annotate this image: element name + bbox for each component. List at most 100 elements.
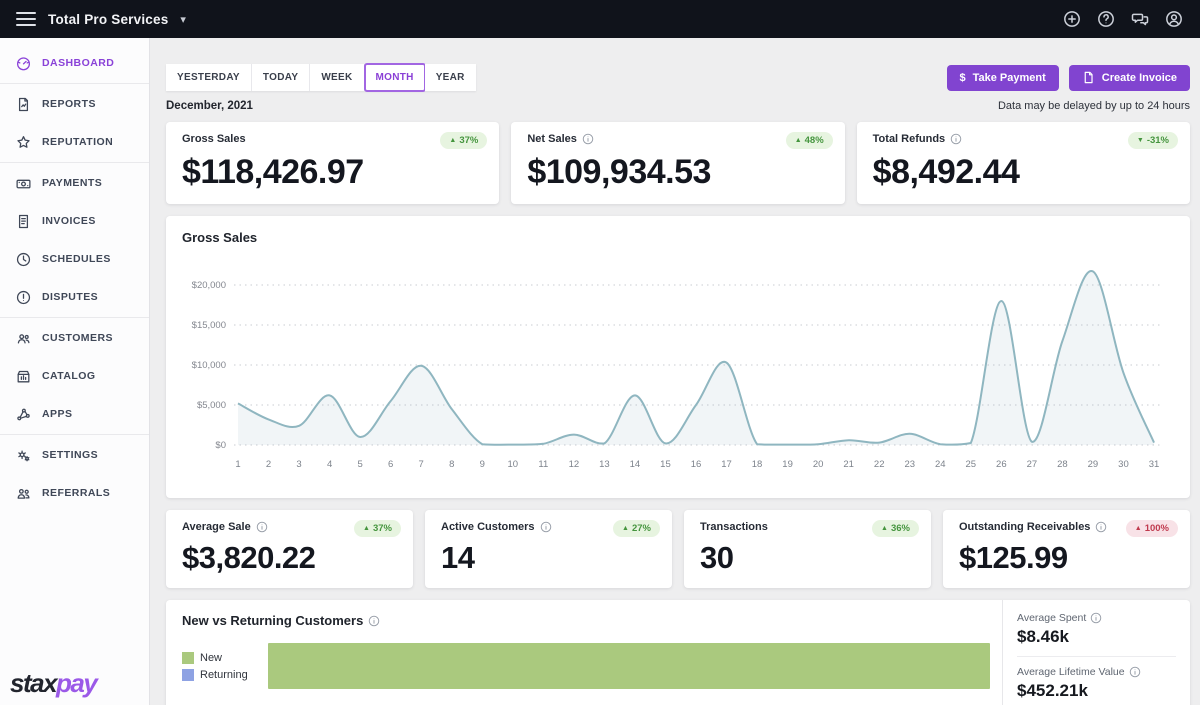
info-icon[interactable] [256, 521, 268, 533]
x-axis-tick-label: 2 [266, 459, 271, 470]
sidebar-item-label: SCHEDULES [42, 253, 111, 265]
account-icon[interactable] [1164, 9, 1184, 29]
trend-badge: ▲48% [786, 132, 833, 149]
y-axis-tick-label: $0 [215, 440, 226, 451]
sidebar-item-invoices[interactable]: INVOICES [0, 202, 149, 240]
x-axis-tick-label: 4 [327, 459, 332, 470]
trend-badge: ▲27% [613, 520, 660, 537]
trend-badge: ▲37% [440, 132, 487, 149]
chart-title: Gross Sales [182, 230, 1174, 245]
card-label-text: Net Sales [527, 133, 577, 145]
plus-circle-icon[interactable] [1062, 9, 1082, 29]
metric-label-text: Average Spent [1017, 612, 1086, 624]
card-label-text: Average Sale [182, 521, 251, 533]
invoice-icon [1082, 71, 1095, 84]
sidebar-item-schedules[interactable]: SCHEDULES [0, 240, 149, 278]
info-icon[interactable] [368, 615, 380, 627]
help-icon[interactable] [1096, 9, 1116, 29]
trend-badge: ▲37% [354, 520, 401, 537]
card-label-text: Active Customers [441, 521, 535, 533]
x-axis-tick-label: 6 [388, 459, 393, 470]
topbar-icons [1062, 9, 1184, 29]
sidebar: DASHBOARDREPORTS REPUTATION PAYMENTS INVOIC… [0, 38, 150, 705]
schedules-icon [15, 251, 32, 268]
x-axis-tick-label: 29 [1088, 459, 1099, 470]
tab-year[interactable]: YEAR [425, 64, 476, 91]
create-invoice-button[interactable]: Create Invoice [1069, 65, 1190, 91]
settings-icon [15, 447, 32, 464]
period-label: December, 2021 [166, 100, 253, 112]
tab-month[interactable]: MONTH [364, 63, 426, 92]
sidebar-item-dashboard[interactable]: DASHBOARD [0, 44, 149, 82]
x-axis-tick-label: 7 [419, 459, 424, 470]
tab-today[interactable]: TODAY [252, 64, 310, 91]
sidebar-item-payments[interactable]: PAYMENTS [0, 164, 149, 202]
sidebar-item-customers[interactable]: CUSTOMERS [0, 319, 149, 357]
x-axis-tick-label: 25 [966, 459, 977, 470]
staxpay-logo: staxpay [10, 668, 96, 699]
info-icon[interactable] [950, 133, 962, 145]
card-value: 14 [441, 540, 656, 576]
sidebar-item-reputation[interactable]: REPUTATION [0, 123, 149, 161]
topbar: Total Pro Services ▾ [0, 0, 1200, 38]
gross-sales-card: Gross Sales▲37%$118,426.97 [166, 122, 499, 204]
info-icon[interactable] [1095, 521, 1107, 533]
sidebar-item-label: APPS [42, 408, 72, 420]
menu-icon[interactable] [16, 12, 36, 26]
x-axis-tick-label: 9 [480, 459, 485, 470]
area-fill [238, 271, 1154, 445]
average-sale-card: Average Sale▲37%$3,820.22 [166, 510, 413, 588]
info-icon[interactable] [582, 133, 594, 145]
gross-sales-area-chart: $0$5,000$10,000$15,000$20,00012345678910… [182, 245, 1174, 483]
card-value: $109,934.53 [527, 153, 828, 192]
sidebar-item-catalog[interactable]: CATALOG [0, 357, 149, 395]
sidebar-item-settings[interactable]: SETTINGS [0, 436, 149, 474]
new-vs-returning-left: New vs Returning Customers NewReturning [166, 600, 1002, 705]
x-axis-tick-label: 30 [1118, 459, 1129, 470]
card-label: Net Sales [527, 133, 828, 145]
x-axis-tick-label: 17 [721, 459, 732, 470]
account-title[interactable]: Total Pro Services [48, 12, 168, 27]
stat-cards-row2: Average Sale▲37%$3,820.22Active Customer… [166, 510, 1190, 588]
chevron-down-icon[interactable]: ▾ [180, 13, 186, 26]
trend-badge: ▼-31% [1128, 132, 1178, 149]
action-buttons: $Take Payment Create Invoice [947, 65, 1191, 91]
trend-badge-text: 37% [373, 523, 392, 534]
legend-item-new: New [182, 652, 268, 664]
sidebar-item-label: REPUTATION [42, 136, 113, 148]
referrals-icon [15, 485, 32, 502]
sidebar-item-label: PAYMENTS [42, 177, 102, 189]
card-label: Gross Sales [182, 133, 483, 145]
tab-yesterday[interactable]: YESTERDAY [166, 64, 252, 91]
info-icon[interactable] [1129, 666, 1141, 678]
take-payment-button[interactable]: $Take Payment [947, 65, 1059, 91]
reputation-icon [15, 134, 32, 151]
app-root: Total Pro Services ▾ DASHBOARDREPORTS REP… [0, 0, 1200, 705]
sidebar-item-disputes[interactable]: DISPUTES [0, 278, 149, 316]
trend-badge-text: 37% [459, 135, 478, 146]
info-icon[interactable] [1090, 612, 1102, 624]
x-axis-tick-label: 14 [630, 459, 641, 470]
sidebar-divider [0, 434, 149, 435]
x-axis-tick-label: 21 [843, 459, 854, 470]
outstanding-receivables-card: Outstanding Receivables▲100%$125.99 [943, 510, 1190, 588]
info-icon[interactable] [540, 521, 552, 533]
legend-item-returning: Returning [182, 669, 268, 681]
sidebar-item-referrals[interactable]: REFERRALS [0, 474, 149, 512]
y-axis-tick-label: $5,000 [197, 400, 226, 411]
legend-swatch [182, 652, 194, 664]
catalog-icon [15, 368, 32, 385]
x-axis-tick-label: 15 [660, 459, 671, 470]
chat-icon[interactable] [1130, 9, 1150, 29]
stat-cards-row1: Gross Sales▲37%$118,426.97 Net Sales ▲48% $… [166, 122, 1190, 204]
sidebar-item-reports[interactable]: REPORTS [0, 85, 149, 123]
sidebar-item-label: REFERRALS [42, 487, 110, 499]
new-vs-returning-plot: New Returning [182, 643, 990, 689]
sidebar-item-label: INVOICES [42, 215, 96, 227]
sidebar-item-apps[interactable]: APPS [0, 395, 149, 433]
x-axis-tick-label: 18 [752, 459, 763, 470]
tab-week[interactable]: WEEK [310, 64, 364, 91]
average-spent-label: Average Spent [1017, 612, 1176, 624]
dollar-icon: $ [960, 72, 966, 84]
sidebar-divider [0, 162, 149, 163]
